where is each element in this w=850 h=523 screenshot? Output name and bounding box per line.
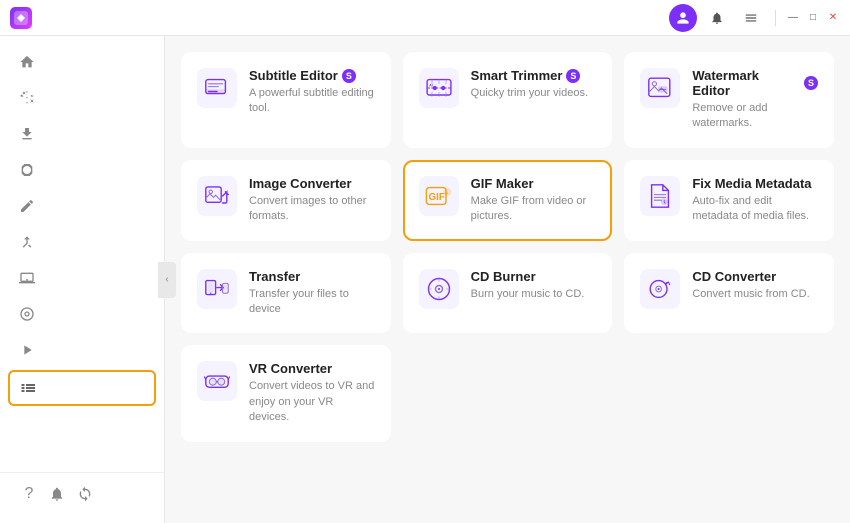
tool-card-gif-maker[interactable]: GIF GIF Maker Make GIF from video or pic… [403, 160, 613, 241]
toolbox-icon [20, 379, 38, 397]
tool-info-vr-converter: VR Converter Convert videos to VR and en… [249, 361, 375, 425]
tool-title-subtitle-editor: Subtitle Editor S [249, 68, 375, 83]
tool-icon-image-converter [197, 176, 237, 216]
tool-title-gif-maker: GIF Maker [471, 176, 597, 191]
edit-icon [18, 197, 36, 215]
sidebar-item-converter[interactable] [0, 80, 164, 116]
badge-watermark-editor: S [804, 76, 818, 90]
sidebar-item-downloader[interactable] [0, 116, 164, 152]
tool-desc-watermark-editor: Remove or add watermarks. [692, 101, 818, 132]
tool-desc-vr-converter: Convert videos to VR and enjoy on your V… [249, 379, 375, 425]
dvd-icon [18, 305, 36, 323]
refresh-icon[interactable] [74, 483, 96, 505]
close-button[interactable]: ✕ [826, 11, 840, 25]
tool-icon-transfer [197, 269, 237, 309]
home-icon [18, 53, 36, 71]
content-area: Subtitle Editor S A powerful subtitle ed… [165, 36, 850, 523]
play-icon [18, 341, 36, 359]
collapse-button[interactable]: ‹ [158, 262, 176, 298]
badge-subtitle-editor: S [342, 69, 356, 83]
svg-text:GIF: GIF [428, 192, 444, 203]
converter-icon [18, 89, 36, 107]
sidebar-item-player[interactable] [0, 332, 164, 368]
tool-desc-subtitle-editor: A powerful subtitle editing tool. [249, 86, 375, 117]
tool-card-image-converter[interactable]: Image Converter Convert images to other … [181, 160, 391, 241]
tool-card-cd-converter[interactable]: CD Converter Convert music from CD. [624, 253, 834, 334]
tool-icon-fix-media-metadata [640, 176, 680, 216]
tool-info-smart-trimmer: Smart Trimmer S Quicky trim your videos. [471, 68, 597, 101]
tool-info-cd-burner: CD Burner Burn your music to CD. [471, 269, 597, 302]
tool-card-watermark-editor[interactable]: Watermark Editor S Remove or add waterma… [624, 52, 834, 148]
tool-card-subtitle-editor[interactable]: Subtitle Editor S A powerful subtitle ed… [181, 52, 391, 148]
tool-card-smart-trimmer[interactable]: AI Smart Trimmer S Quicky trim your vide… [403, 52, 613, 148]
tool-title-fix-media-metadata: Fix Media Metadata [692, 176, 818, 191]
tool-info-subtitle-editor: Subtitle Editor S A powerful subtitle ed… [249, 68, 375, 117]
tool-desc-smart-trimmer: Quicky trim your videos. [471, 86, 597, 101]
menu-icon[interactable] [737, 4, 765, 32]
tool-desc-cd-converter: Convert music from CD. [692, 287, 818, 302]
notification-icon[interactable] [46, 483, 68, 505]
sidebar-item-toolbox[interactable] [8, 370, 156, 406]
tool-info-fix-media-metadata: Fix Media Metadata Auto-fix and edit met… [692, 176, 818, 225]
tool-info-watermark-editor: Watermark Editor S Remove or add waterma… [692, 68, 818, 132]
tool-icon-vr-converter [197, 361, 237, 401]
tool-icon-cd-burner [419, 269, 459, 309]
merge-icon [18, 233, 36, 251]
tool-title-smart-trimmer: Smart Trimmer S [471, 68, 597, 83]
sidebar-bottom: ? [0, 472, 164, 515]
tool-icon-gif-maker: GIF [419, 176, 459, 216]
tool-title-cd-burner: CD Burner [471, 269, 597, 284]
compress-icon [18, 161, 36, 179]
tool-info-image-converter: Image Converter Convert images to other … [249, 176, 375, 225]
app-logo [10, 7, 32, 29]
tool-title-cd-converter: CD Converter [692, 269, 818, 284]
sidebar-item-screen-recorder[interactable] [0, 260, 164, 296]
title-bar: — □ ✕ [0, 0, 850, 36]
title-bar-controls: — □ ✕ [669, 4, 840, 32]
tool-icon-smart-trimmer: AI [419, 68, 459, 108]
sidebar-item-dvd-burner[interactable] [0, 296, 164, 332]
tool-icon-watermark-editor [640, 68, 680, 108]
tool-title-image-converter: Image Converter [249, 176, 375, 191]
tool-info-gif-maker: GIF Maker Make GIF from video or picture… [471, 176, 597, 225]
sidebar: ? ‹ [0, 36, 165, 523]
sidebar-item-merger[interactable] [0, 224, 164, 260]
tool-desc-image-converter: Convert images to other formats. [249, 194, 375, 225]
help-icon[interactable]: ? [18, 483, 40, 505]
tool-card-cd-burner[interactable]: CD Burner Burn your music to CD. [403, 253, 613, 334]
tool-desc-cd-burner: Burn your music to CD. [471, 287, 597, 302]
tool-desc-fix-media-metadata: Auto-fix and edit metadata of media file… [692, 194, 818, 225]
sidebar-item-video-compressor[interactable] [0, 152, 164, 188]
sidebar-item-video-editor[interactable] [0, 188, 164, 224]
badge-smart-trimmer: S [566, 69, 580, 83]
maximize-button[interactable]: □ [806, 11, 820, 25]
screen-icon [18, 269, 36, 287]
tool-desc-transfer: Transfer your files to device [249, 287, 375, 318]
tool-title-watermark-editor: Watermark Editor S [692, 68, 818, 98]
svg-text:AI: AI [429, 84, 433, 88]
tool-info-cd-converter: CD Converter Convert music from CD. [692, 269, 818, 302]
user-icon[interactable] [669, 4, 697, 32]
main-layout: ? ‹ Subtitle Editor S A powerful subtitl… [0, 36, 850, 523]
tool-card-vr-converter[interactable]: VR Converter Convert videos to VR and en… [181, 345, 391, 441]
tool-card-transfer[interactable]: Transfer Transfer your files to device [181, 253, 391, 334]
bell-icon[interactable] [703, 4, 731, 32]
tool-grid: Subtitle Editor S A powerful subtitle ed… [181, 52, 834, 442]
tool-desc-gif-maker: Make GIF from video or pictures. [471, 194, 597, 225]
sidebar-item-home[interactable] [0, 44, 164, 80]
tool-icon-subtitle-editor [197, 68, 237, 108]
tool-info-transfer: Transfer Transfer your files to device [249, 269, 375, 318]
downloader-icon [18, 125, 36, 143]
tool-card-fix-media-metadata[interactable]: Fix Media Metadata Auto-fix and edit met… [624, 160, 834, 241]
tool-title-vr-converter: VR Converter [249, 361, 375, 376]
tool-icon-cd-converter [640, 269, 680, 309]
tool-title-transfer: Transfer [249, 269, 375, 284]
minimize-button[interactable]: — [786, 11, 800, 25]
